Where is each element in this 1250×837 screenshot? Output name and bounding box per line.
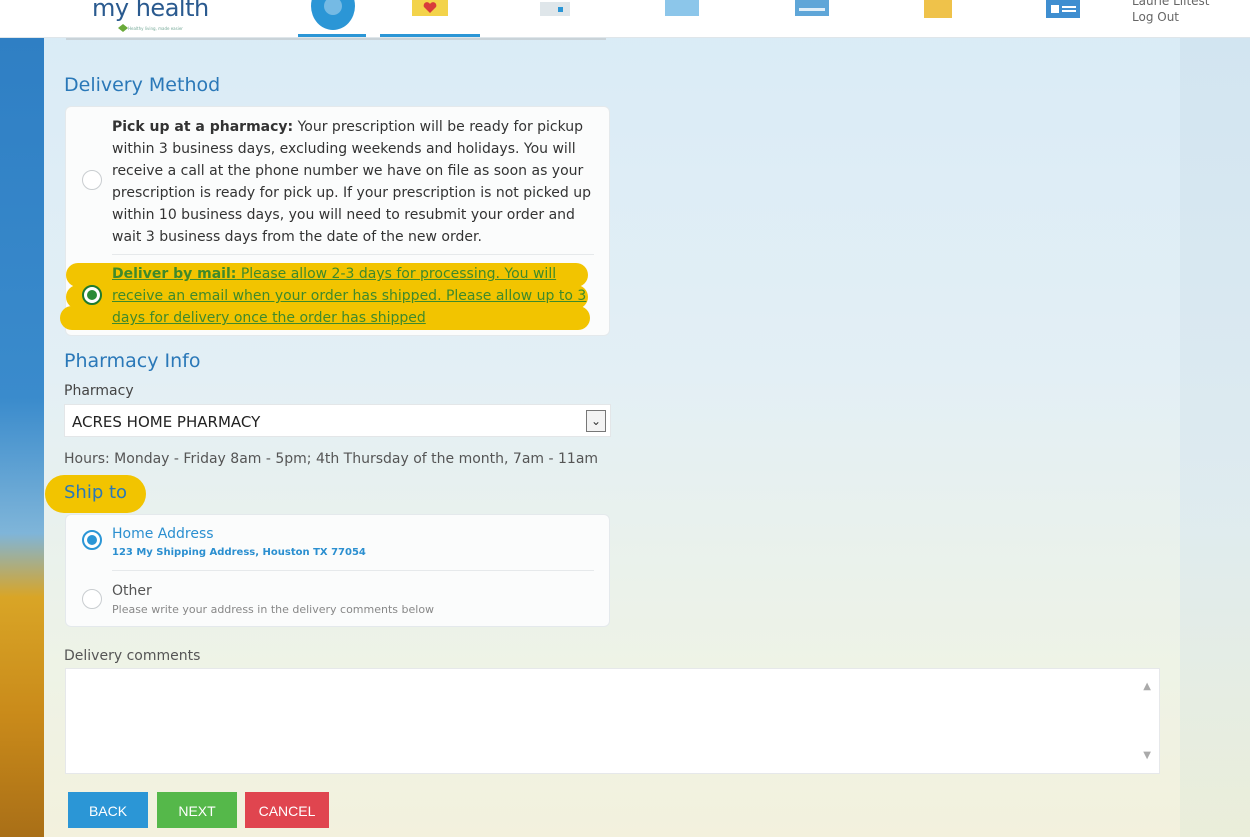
active-tab-indicator bbox=[298, 34, 366, 37]
pharmacy-info-title: Pharmacy Info bbox=[64, 350, 201, 372]
scroll-up-icon[interactable]: ▲ bbox=[1143, 681, 1151, 692]
top-navigation-bar: my health Healthy living, made easier La… bbox=[0, 0, 1250, 38]
ship-to-title: Ship to bbox=[64, 482, 128, 503]
profile-icon[interactable] bbox=[306, 0, 360, 30]
other-address-radio[interactable] bbox=[82, 589, 102, 609]
home-address-value: 123 My Shipping Address, Houston TX 7705… bbox=[112, 547, 366, 558]
sunflower-background-left bbox=[0, 38, 44, 837]
logo[interactable]: my health bbox=[92, 0, 209, 22]
cancel-button[interactable]: CANCEL bbox=[245, 792, 329, 828]
mail-radio[interactable] bbox=[82, 285, 102, 305]
back-button[interactable]: BACK bbox=[68, 792, 148, 828]
card-icon[interactable] bbox=[793, 0, 831, 22]
pickup-option-label: Pick up at a pharmacy: bbox=[112, 119, 294, 135]
delivery-method-title: Delivery Method bbox=[64, 74, 221, 96]
chevron-down-icon[interactable]: ⌄ bbox=[586, 410, 606, 432]
pharmacy-select[interactable]: ACRES HOME PHARMACY ⌄ bbox=[64, 404, 611, 437]
mail-option-text: Deliver by mail: Please allow 2-3 days f… bbox=[112, 263, 592, 329]
logo-text: my health bbox=[92, 0, 209, 22]
next-button[interactable]: NEXT bbox=[157, 792, 237, 828]
records-icon[interactable] bbox=[538, 0, 572, 22]
background-right bbox=[1180, 38, 1250, 837]
scroll-down-icon[interactable]: ▼ bbox=[1143, 750, 1151, 761]
delivery-comments-label: Delivery comments bbox=[64, 648, 201, 664]
ship-divider bbox=[112, 570, 594, 571]
pickup-option-text: Pick up at a pharmacy: Your prescription… bbox=[112, 116, 594, 248]
pickup-option-description: Your prescription will be ready for pick… bbox=[112, 119, 592, 245]
option-divider bbox=[112, 254, 594, 255]
mail-option-label: Deliver by mail: bbox=[112, 266, 237, 282]
secondary-tab-indicator bbox=[380, 34, 480, 37]
header-divider bbox=[66, 38, 606, 40]
user-name: Laurie Liitest bbox=[1132, 0, 1210, 8]
messages-icon[interactable] bbox=[663, 0, 701, 22]
home-address-label: Home Address bbox=[112, 526, 214, 542]
pharmacy-label: Pharmacy bbox=[64, 383, 134, 399]
pharmacy-hours: Hours: Monday - Friday 8am - 5pm; 4th Th… bbox=[64, 451, 599, 467]
other-address-label: Other bbox=[112, 583, 152, 599]
logo-tagline: Healthy living, made easier bbox=[128, 26, 183, 31]
pickup-radio[interactable] bbox=[82, 170, 102, 190]
heart-icon[interactable] bbox=[410, 0, 450, 22]
delivery-comments-textarea[interactable]: ▲ ▼ bbox=[65, 668, 1160, 774]
other-address-hint: Please write your address in the deliver… bbox=[112, 603, 435, 616]
logout-link[interactable]: Log Out bbox=[1132, 10, 1179, 24]
home-address-radio[interactable] bbox=[82, 530, 102, 550]
pharmacy-selected-value: ACRES HOME PHARMACY bbox=[72, 413, 261, 431]
folder-icon[interactable] bbox=[920, 0, 956, 22]
contact-card-icon[interactable] bbox=[1044, 0, 1082, 22]
